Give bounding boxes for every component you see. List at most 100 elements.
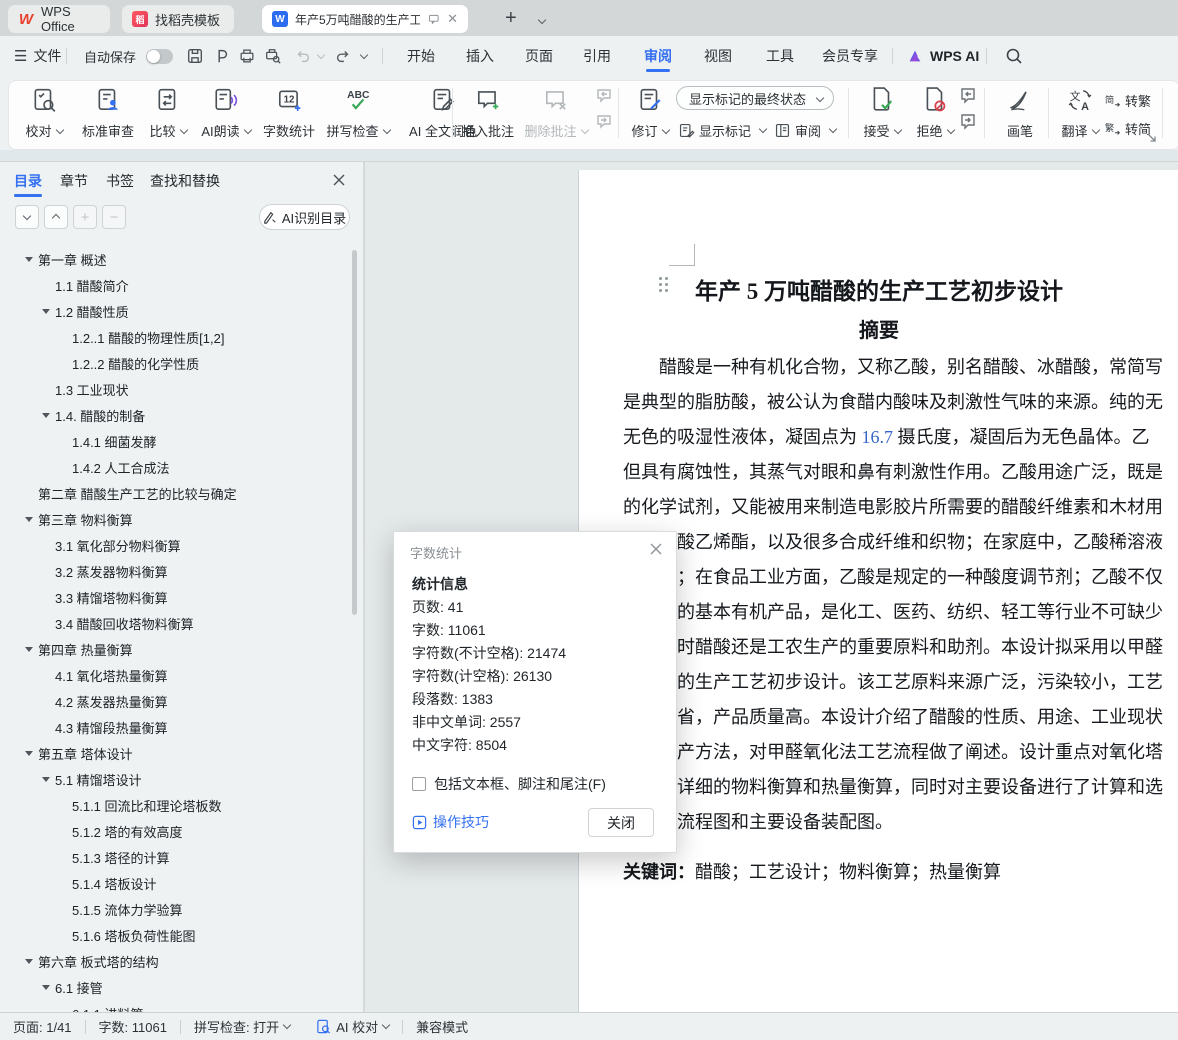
dialog-close-icon[interactable] bbox=[648, 541, 664, 557]
toc-zoom-out-button[interactable]: − bbox=[102, 205, 126, 229]
tab-review[interactable]: 审阅 bbox=[644, 36, 672, 76]
ink-pen-button[interactable]: 画笔 bbox=[994, 84, 1046, 144]
reject-change-button[interactable]: 拒绝 bbox=[910, 84, 960, 144]
toc-item[interactable]: 3.4 醋酸回收塔物料衡算 bbox=[0, 610, 353, 636]
page-indicator[interactable]: 页面: 1/41 bbox=[0, 1017, 85, 1036]
export-pdf-icon[interactable] bbox=[212, 47, 230, 65]
close-button[interactable]: 关闭 bbox=[588, 808, 654, 837]
undo-icon[interactable] bbox=[294, 47, 312, 65]
toc-item[interactable]: 3.1 氧化部分物料衡算 bbox=[0, 532, 353, 558]
toc-item[interactable]: 第三章 物料衡算 bbox=[0, 506, 353, 532]
tab-insert[interactable]: 插入 bbox=[466, 36, 494, 76]
word-count-button[interactable]: 12 字数统计 bbox=[258, 84, 320, 144]
tab-reference[interactable]: 引用 bbox=[583, 36, 611, 76]
toc-item[interactable]: 1.1 醋酸简介 bbox=[0, 272, 353, 298]
toc-item[interactable]: 1.4.1 细菌发酵 bbox=[0, 428, 353, 454]
sidebar-tab-contents[interactable]: 目录 bbox=[14, 162, 42, 200]
toc-item[interactable]: 4.2 蒸发器热量衡算 bbox=[0, 688, 353, 714]
tab-chat-icon[interactable] bbox=[428, 12, 440, 26]
new-tab-icon[interactable]: + bbox=[505, 6, 517, 30]
file-menu-button[interactable]: ☰ 文件 bbox=[14, 36, 61, 76]
toc-item[interactable]: 5.1.3 塔径的计算 bbox=[0, 844, 353, 870]
collapse-arrow-icon[interactable] bbox=[25, 257, 33, 262]
undo-dropdown-icon[interactable] bbox=[313, 36, 324, 76]
save-icon[interactable] bbox=[186, 47, 204, 65]
toc-item[interactable]: 5.1.1 回流比和理论塔板数 bbox=[0, 792, 353, 818]
toc-item[interactable]: 5.1.4 塔板设计 bbox=[0, 870, 353, 896]
compare-button[interactable]: 比较 bbox=[142, 84, 194, 144]
autosave-toggle[interactable] bbox=[146, 49, 173, 64]
toc-item[interactable]: 3.2 蒸发器物料衡算 bbox=[0, 558, 353, 584]
tips-link[interactable]: 操作技巧 bbox=[412, 812, 489, 832]
to-simplified-button[interactable]: 繁 转简 bbox=[1104, 116, 1151, 140]
print-preview-icon[interactable] bbox=[264, 47, 282, 65]
tab-page[interactable]: 页面 bbox=[525, 36, 553, 76]
toc-item[interactable]: 6.1 接管 bbox=[0, 974, 353, 1000]
proofread-button[interactable]: 校对 bbox=[16, 84, 72, 144]
track-changes-button[interactable]: 修订 bbox=[626, 84, 674, 144]
checkbox[interactable] bbox=[412, 777, 426, 791]
toc-item[interactable]: 第一章 概述 bbox=[0, 246, 353, 272]
to-traditional-button[interactable]: 简 转繁 bbox=[1104, 88, 1151, 112]
ai-proofread-status[interactable]: AI 校对 bbox=[303, 1017, 402, 1036]
spell-check-button[interactable]: ABC 拼写检查 bbox=[322, 84, 394, 144]
toc-item[interactable]: 5.1 精馏塔设计 bbox=[0, 766, 353, 792]
word-count-indicator[interactable]: 字数: 11061 bbox=[86, 1017, 180, 1036]
translate-button[interactable]: 文A 翻译 bbox=[1056, 84, 1104, 144]
insert-comment-button[interactable]: 插入批注 bbox=[458, 84, 518, 144]
markup-state-select[interactable]: 显示标记的最终状态 bbox=[676, 86, 834, 110]
toc-item[interactable]: 第四章 热量衡算 bbox=[0, 636, 353, 662]
previous-change-icon[interactable] bbox=[958, 86, 978, 106]
collapse-arrow-icon[interactable] bbox=[42, 985, 50, 990]
toc-item[interactable]: 5.1.6 塔板负荷性能图 bbox=[0, 922, 353, 948]
toc-item[interactable]: 第二章 醋酸生产工艺的比较与确定 bbox=[0, 480, 353, 506]
tab-close-icon[interactable]: ✕ bbox=[447, 11, 458, 27]
collapse-arrow-icon[interactable] bbox=[42, 777, 50, 782]
tab-wps-office[interactable]: W WPS Office bbox=[8, 5, 110, 33]
sidebar-tab-find-replace[interactable]: 查找和替换 bbox=[150, 162, 220, 200]
toc-zoom-in-button[interactable]: + bbox=[73, 205, 97, 229]
toc-item[interactable]: 5.1.2 塔的有效高度 bbox=[0, 818, 353, 844]
sidebar-scrollbar[interactable] bbox=[352, 250, 357, 615]
review-pane-button[interactable]: 审阅 bbox=[774, 118, 836, 142]
standard-review-button[interactable]: 标准审查 bbox=[76, 84, 140, 144]
toc-item[interactable]: 5.1.5 流体力学验算 bbox=[0, 896, 353, 922]
toc-expand-down-button[interactable] bbox=[15, 205, 39, 229]
sidebar-close-icon[interactable] bbox=[330, 171, 348, 189]
toc-item[interactable]: 4.1 氧化塔热量衡算 bbox=[0, 662, 353, 688]
toc-item[interactable]: 1.2..1 醋酸的物理性质[1,2] bbox=[0, 324, 353, 350]
print-icon[interactable] bbox=[238, 47, 256, 65]
toc-item[interactable]: 4.3 精馏段热量衡算 bbox=[0, 714, 353, 740]
spell-check-status[interactable]: 拼写检查: 打开 bbox=[181, 1017, 303, 1036]
sidebar-tab-chapters[interactable]: 章节 bbox=[60, 162, 88, 200]
toc-item[interactable]: 1.4.2 人工合成法 bbox=[0, 454, 353, 480]
collapse-arrow-icon[interactable] bbox=[42, 413, 50, 418]
redo-icon[interactable] bbox=[334, 47, 352, 65]
tab-tools[interactable]: 工具 bbox=[766, 36, 794, 76]
dialog-launcher-icon[interactable] bbox=[1146, 132, 1158, 144]
tabs-dropdown-icon[interactable] bbox=[534, 13, 545, 31]
toc-item[interactable]: 3.3 精馏塔物料衡算 bbox=[0, 584, 353, 610]
delete-comment-button[interactable]: 删除批注 bbox=[520, 84, 592, 144]
collapse-arrow-icon[interactable] bbox=[25, 517, 33, 522]
toc-item[interactable]: 6.1.1 进料管 bbox=[0, 1000, 353, 1012]
wps-ai-button[interactable]: WPS AI bbox=[906, 36, 979, 76]
search-icon[interactable] bbox=[1004, 46, 1024, 66]
accept-change-button[interactable]: 接受 bbox=[856, 84, 908, 144]
include-footnotes-checkbox-row[interactable]: 包括文本框、脚注和尾注(F) bbox=[412, 774, 606, 794]
toc-item[interactable]: 1.2..2 醋酸的化学性质 bbox=[0, 350, 353, 376]
previous-comment-icon[interactable] bbox=[594, 86, 614, 106]
next-change-icon[interactable] bbox=[958, 112, 978, 132]
tab-view[interactable]: 视图 bbox=[704, 36, 732, 76]
show-markup-button[interactable]: 显示标记 bbox=[678, 118, 766, 142]
collapse-arrow-icon[interactable] bbox=[25, 959, 33, 964]
toc-item[interactable]: 1.2 醋酸性质 bbox=[0, 298, 353, 324]
sidebar-tab-bookmarks[interactable]: 书签 bbox=[106, 162, 134, 200]
ai-recognize-toc-button[interactable]: AI识别目录 bbox=[259, 204, 350, 230]
toc-item[interactable]: 1.4. 醋酸的制备 bbox=[0, 402, 353, 428]
toc-item[interactable]: 第六章 板式塔的结构 bbox=[0, 948, 353, 974]
tab-membership[interactable]: 会员专享 bbox=[822, 36, 878, 76]
collapse-arrow-icon[interactable] bbox=[25, 647, 33, 652]
restrict-edit-button-clipped[interactable]: 限 bbox=[1168, 84, 1178, 146]
toc-collapse-up-button[interactable] bbox=[44, 205, 68, 229]
